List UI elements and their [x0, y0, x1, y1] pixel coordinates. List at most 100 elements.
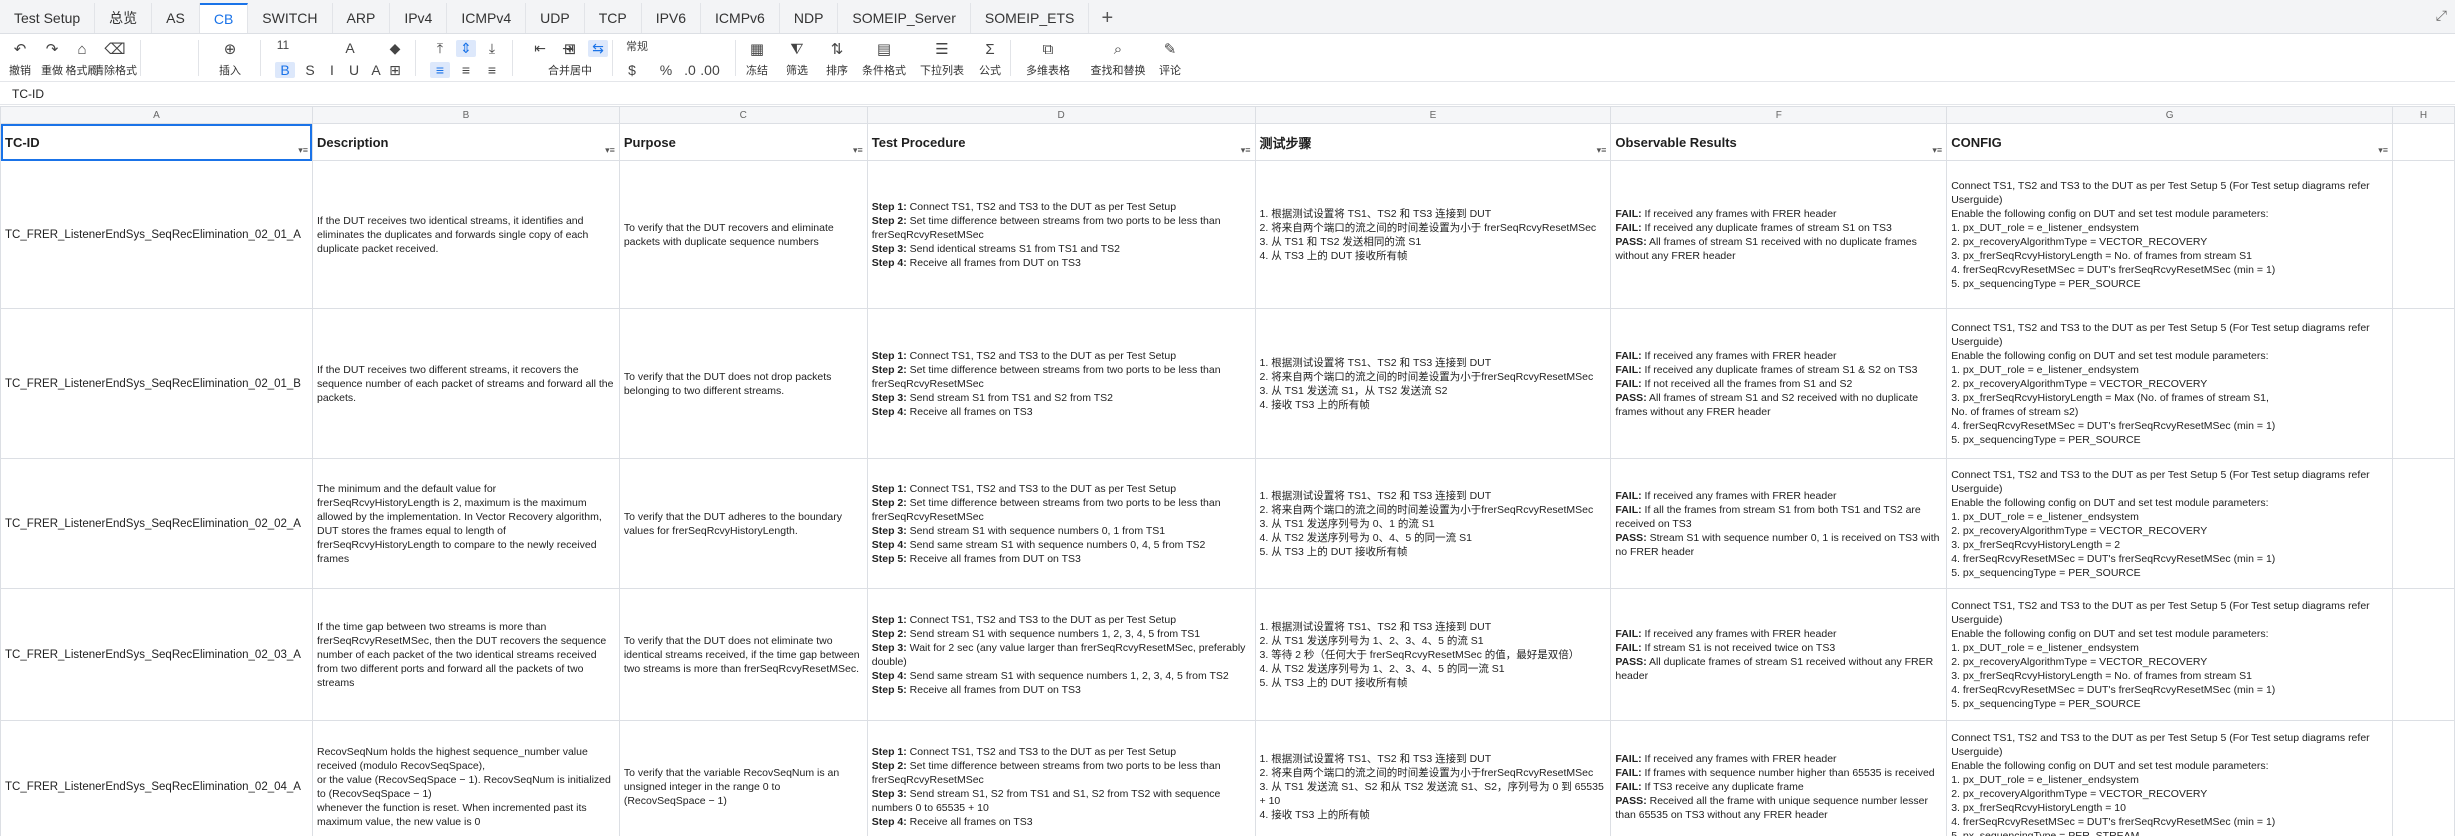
filter-dropdown-icon[interactable]: ▾≡: [298, 145, 308, 156]
header-cell[interactable]: Test Procedure ▾≡: [866, 123, 1256, 161]
config-cell[interactable]: Connect TS1, TS2 and TS3 to the DUT as p…: [1946, 308, 2393, 459]
cn-steps-cell[interactable]: 1. 根据测试设置将 TS1、TS2 和 TS3 连接到 DUT 2. 将来自两…: [1254, 308, 1612, 459]
config-cell[interactable]: Connect TS1, TS2 and TS3 to the DUT as p…: [1946, 160, 2393, 309]
header-cell[interactable]: Description ▾≡: [311, 123, 620, 161]
strikethrough-icon[interactable]: S: [300, 62, 320, 78]
purpose-cell[interactable]: To verify that the DUT does not eliminat…: [618, 588, 868, 721]
indent-icon[interactable]: ⇤: [530, 40, 550, 57]
decrease-decimal-icon[interactable]: .0: [680, 62, 700, 78]
procedure-cell[interactable]: Step 1: Connect TS1, TS2 and TS3 to the …: [866, 458, 1256, 589]
filter-dropdown-icon[interactable]: ▾≡: [853, 145, 863, 156]
sheet-tab-12[interactable]: NDP: [780, 3, 839, 33]
filter-dropdown-icon[interactable]: ▾≡: [2378, 145, 2388, 156]
sheet-tab-10[interactable]: IPV6: [642, 3, 702, 33]
purpose-cell[interactable]: To verify that the DUT recovers and elim…: [618, 160, 868, 309]
align-left-icon[interactable]: ≡: [430, 62, 450, 78]
purpose-cell[interactable]: To verify that the DUT does not drop pac…: [618, 308, 868, 459]
empty-cell[interactable]: [2391, 308, 2455, 459]
cn-steps-cell[interactable]: 1. 根据测试设置将 TS1、TS2 和 TS3 连接到 DUT 2. 将来自两…: [1254, 160, 1612, 309]
expand-icon[interactable]: ⤢: [2436, 7, 2447, 24]
description-cell[interactable]: If the time gap between two streams is m…: [311, 588, 620, 721]
description-cell[interactable]: The minimum and the default value for fr…: [311, 458, 620, 589]
procedure-cell[interactable]: Step 1: Connect TS1, TS2 and TS3 to the …: [866, 588, 1256, 721]
header-cell[interactable]: CONFIG ▾≡: [1946, 123, 2393, 161]
header-cell[interactable]: 测试步骤 ▾≡: [1254, 123, 1612, 161]
procedure-cell[interactable]: Step 1: Connect TS1, TS2 and TS3 to the …: [866, 720, 1256, 836]
comment-button[interactable]: ✎ 评论: [1146, 40, 1194, 78]
number-format-select[interactable]: 常规: [622, 38, 652, 54]
underline-icon[interactable]: U: [344, 62, 364, 78]
formula-button[interactable]: Σ 公式: [966, 40, 1014, 78]
tc-id-cell[interactable]: TC_FRER_ListenerEndSys_SeqRecElimination…: [0, 588, 313, 721]
empty-cell[interactable]: [2391, 458, 2455, 589]
multi-table-button[interactable]: ⧉ 多维表格: [1024, 40, 1072, 78]
sheet-tab-11[interactable]: ICMPv6: [701, 3, 780, 33]
purpose-cell[interactable]: To verify that the variable RecovSeqNum …: [618, 720, 868, 836]
clear-format-button[interactable]: ⌫ 清除格式: [91, 40, 139, 78]
sheet-tab-9[interactable]: TCP: [585, 3, 642, 33]
sheet-tab-3[interactable]: CB: [199, 3, 249, 33]
align-bottom-icon[interactable]: ⤓: [482, 40, 502, 57]
tc-id-cell[interactable]: TC_FRER_ListenerEndSys_SeqRecElimination…: [0, 308, 313, 459]
freeze-button[interactable]: ▦ 冻结: [733, 40, 781, 78]
cn-steps-cell[interactable]: 1. 根据测试设置将 TS1、TS2 和 TS3 连接到 DUT 2. 将来自两…: [1254, 458, 1612, 589]
observable-results-cell[interactable]: FAIL: If received any frames with FRER h…: [1610, 720, 1948, 836]
formula-bar[interactable]: TC-ID: [0, 83, 2455, 105]
config-cell[interactable]: Connect TS1, TS2 and TS3 to the DUT as p…: [1946, 458, 2393, 589]
empty-cell[interactable]: [2391, 720, 2455, 836]
text-color-icon[interactable]: A: [340, 40, 360, 56]
outdent-icon[interactable]: ⇥: [558, 40, 578, 57]
percent-icon[interactable]: %: [656, 62, 676, 78]
column-header-E[interactable]: E: [1254, 106, 1612, 124]
border-icon[interactable]: ⊞: [385, 62, 405, 79]
dropdown-list-button[interactable]: ☰ 下拉列表: [918, 40, 966, 78]
tc-id-cell[interactable]: TC_FRER_ListenerEndSys_SeqRecElimination…: [0, 720, 313, 836]
currency-icon[interactable]: $: [622, 62, 642, 78]
column-header-A[interactable]: A: [0, 106, 313, 124]
header-cell[interactable]: Purpose ▾≡: [618, 123, 868, 161]
sheet-tab-8[interactable]: UDP: [526, 3, 585, 33]
config-cell[interactable]: Connect TS1, TS2 and TS3 to the DUT as p…: [1946, 588, 2393, 721]
conditional-format-button[interactable]: ▤ 条件格式: [860, 40, 908, 78]
sheet-tab-7[interactable]: ICMPv4: [447, 3, 527, 33]
column-header-D[interactable]: D: [866, 106, 1256, 124]
header-cell[interactable]: Observable Results ▾≡: [1610, 123, 1948, 161]
purpose-cell[interactable]: To verify that the DUT adheres to the bo…: [618, 458, 868, 589]
wrap-text-icon[interactable]: ⇆: [588, 40, 608, 57]
align-center-icon[interactable]: ≡: [456, 62, 476, 78]
italic-icon[interactable]: I: [322, 62, 342, 78]
procedure-cell[interactable]: Step 1: Connect TS1, TS2 and TS3 to the …: [866, 160, 1256, 309]
cn-steps-cell[interactable]: 1. 根据测试设置将 TS1、TS2 和 TS3 连接到 DUT 2. 将来自两…: [1254, 720, 1612, 836]
observable-results-cell[interactable]: FAIL: If received any frames with FRER h…: [1610, 588, 1948, 721]
header-cell[interactable]: [2391, 123, 2455, 161]
sort-button[interactable]: ⇅ 排序: [813, 40, 861, 78]
add-sheet-icon[interactable]: +: [1089, 3, 1125, 33]
align-middle-icon[interactable]: ⇕: [456, 40, 476, 57]
font-color-icon[interactable]: A: [366, 62, 386, 78]
filter-dropdown-icon[interactable]: ▾≡: [1241, 145, 1251, 156]
tc-id-cell[interactable]: TC_FRER_ListenerEndSys_SeqRecElimination…: [0, 458, 313, 589]
column-header-C[interactable]: C: [618, 106, 868, 124]
filter-dropdown-icon[interactable]: ▾≡: [1932, 145, 1942, 156]
filter-dropdown-icon[interactable]: ▾≡: [605, 145, 615, 156]
sheet-tab-6[interactable]: IPv4: [390, 3, 448, 33]
sheet-tab-13[interactable]: SOMEIP_Server: [838, 3, 971, 33]
observable-results-cell[interactable]: FAIL: If received any frames with FRER h…: [1610, 308, 1948, 459]
column-header-G[interactable]: G: [1946, 106, 2393, 124]
column-header-H[interactable]: H: [2391, 106, 2455, 124]
observable-results-cell[interactable]: FAIL: If received any frames with FRER h…: [1610, 160, 1948, 309]
empty-cell[interactable]: [2391, 160, 2455, 309]
description-cell[interactable]: If the DUT receives two identical stream…: [311, 160, 620, 309]
sheet-tab-0[interactable]: Test Setup: [0, 3, 96, 33]
empty-cell[interactable]: [2391, 588, 2455, 721]
cn-steps-cell[interactable]: 1. 根据测试设置将 TS1、TS2 和 TS3 连接到 DUT 2. 从 TS…: [1254, 588, 1612, 721]
fill-color-icon[interactable]: ◆: [385, 40, 405, 57]
config-cell[interactable]: Connect TS1, TS2 and TS3 to the DUT as p…: [1946, 720, 2393, 836]
header-cell[interactable]: TC-ID ▾≡: [0, 123, 313, 161]
description-cell[interactable]: If the DUT receives two different stream…: [311, 308, 620, 459]
description-cell[interactable]: RecovSeqNum holds the highest sequence_n…: [311, 720, 620, 836]
sheet-tab-1[interactable]: 总览: [95, 3, 153, 33]
increase-decimal-icon[interactable]: .00: [700, 62, 720, 78]
insert-button[interactable]: ⊕ 插入: [206, 40, 254, 78]
sheet-tab-14[interactable]: SOMEIP_ETS: [971, 3, 1090, 33]
